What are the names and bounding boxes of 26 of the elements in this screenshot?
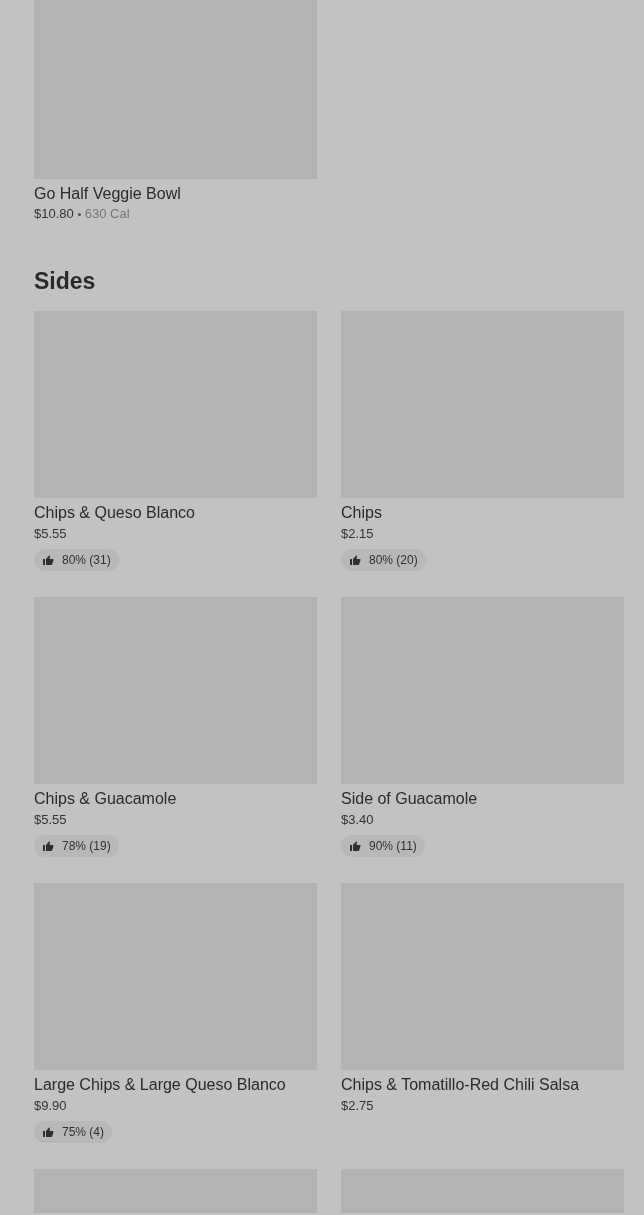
item-name[interactable]: Large Chips & Large Queso Blanco xyxy=(34,1074,317,1096)
item-name[interactable]: Side of Guacamole xyxy=(341,788,624,810)
thumbs-up-icon xyxy=(42,840,54,852)
item-price: $3.40 xyxy=(341,811,375,829)
item-name[interactable]: Chips & Tomatillo-Red Chili Salsa xyxy=(341,1074,624,1096)
thumbs-up-icon xyxy=(42,554,54,566)
item-price: $10.80 xyxy=(34,205,74,223)
item-calories: 630 Cal xyxy=(84,205,130,223)
item-price: $2.15 xyxy=(341,525,375,543)
rating-text: 80% (20) xyxy=(369,552,418,569)
rating-text: 80% (31) xyxy=(62,552,111,569)
item-name[interactable]: Chips xyxy=(341,502,624,524)
item-name[interactable]: Go Half Veggie Bowl xyxy=(34,183,317,205)
thumbs-up-icon xyxy=(349,840,361,852)
item-price: $5.55 xyxy=(34,811,68,829)
item-name[interactable]: Chips & Guacamole xyxy=(34,788,317,810)
rating-text: 78% (19) xyxy=(62,838,111,855)
rating-text: 75% (4) xyxy=(62,1124,105,1141)
thumbs-up-icon xyxy=(349,554,361,566)
item-name[interactable]: Chips & Queso Blanco xyxy=(34,502,317,524)
rating-text: 90% (11) xyxy=(369,838,417,855)
section-heading: Sides xyxy=(34,267,97,296)
thumbs-up-icon xyxy=(42,1126,54,1138)
item-price: $5.55 xyxy=(34,525,68,543)
item-price: $2.75 xyxy=(341,1097,375,1115)
item-price: $9.90 xyxy=(34,1097,68,1115)
